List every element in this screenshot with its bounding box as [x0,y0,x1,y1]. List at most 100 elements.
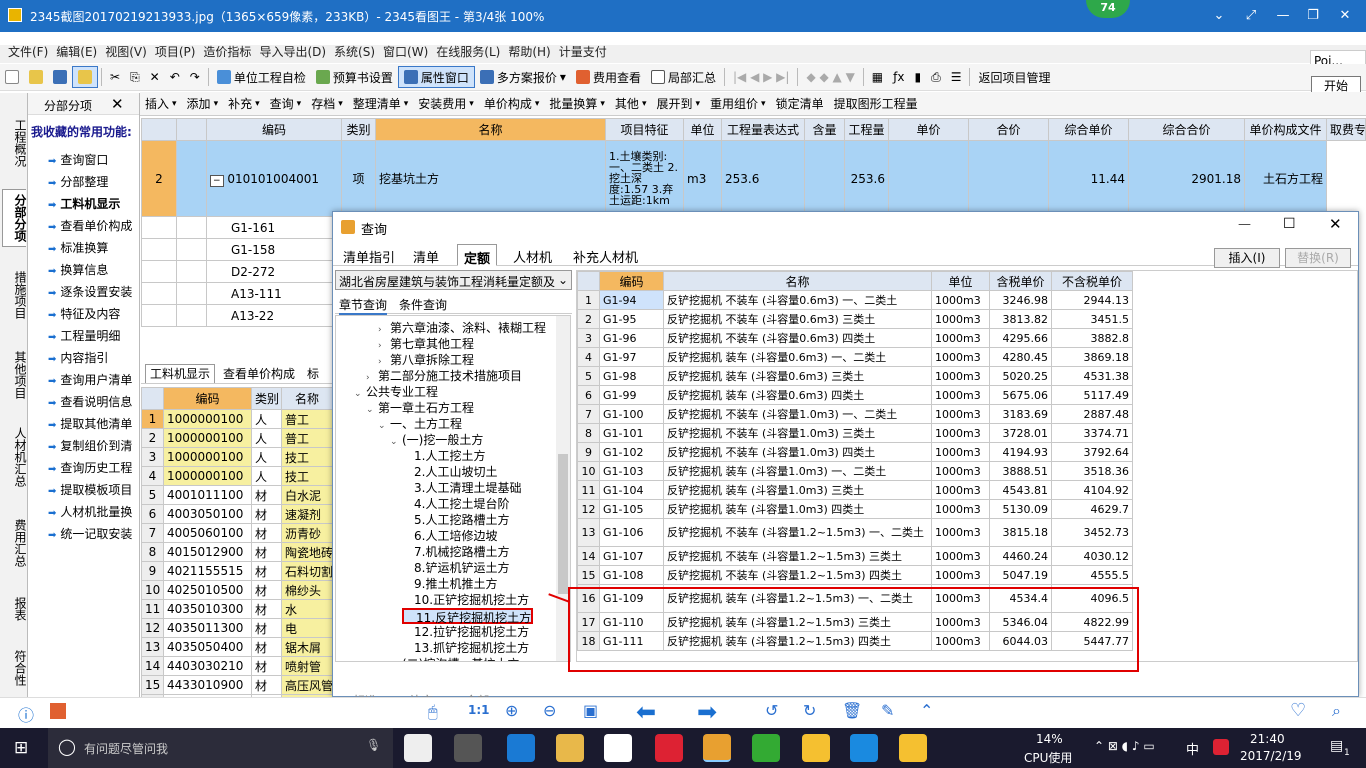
vtab[interactable]: 人材机汇总 [2,423,27,491]
cut-icon[interactable]: ✂ [105,66,125,88]
favorite-item[interactable]: ➡ 复制组价到清 [48,437,140,457]
favorite-item[interactable]: ➡ 工料机显示 [48,195,140,215]
table-row[interactable]: 1 G1-94 反铲挖掘机 不装车 (斗容量0.6m3) 一、二类土 1000m3 32… [577,290,1133,310]
column-header[interactable]: 合价 [968,118,1049,141]
dialog-tab[interactable]: 定额 [457,244,498,267]
column-header[interactable]: 编码 [599,271,664,291]
app-taskbar-icon[interactable] [404,734,432,762]
expand-icon[interactable]: ⌄ [354,386,366,402]
favorite-item[interactable]: ➡ 查看单价构成 [48,217,140,237]
favorite-item[interactable]: ➡ 提取其他清单 [48,415,140,435]
prev-icon[interactable]: ⬅ [636,698,656,726]
property-window-button[interactable]: 属性窗口 [397,66,475,88]
toolbar2-button[interactable]: 整理清单 ▾ [348,93,414,115]
column-header[interactable]: 类别 [251,387,282,410]
close-icon[interactable]: ✕ [111,95,124,113]
rotate-left-icon[interactable]: ↺ [765,701,778,720]
mouse-icon[interactable]: 🖱 [428,702,438,722]
grid-icon[interactable] [50,703,66,719]
copy-icon[interactable]: ⎘ [125,66,145,88]
return-project-button[interactable]: 返回项目管理 [973,66,1055,88]
toolbar2-button[interactable]: 单价构成 ▾ [479,93,545,115]
minimize-icon[interactable]: — [1272,6,1294,26]
toolbar2-button[interactable]: 存档 ▾ [306,93,348,115]
favorite-item[interactable]: ➡ 提取模板项目 [48,481,140,501]
column-header[interactable]: 编码 [206,118,342,141]
print-icon[interactable]: ⎙ [926,66,946,88]
column-header[interactable]: 单位 [683,118,722,141]
tree-node[interactable]: 5.人工挖路槽土方 [402,512,509,528]
favorite-item[interactable]: ➡ 特征及内容 [48,305,140,325]
column-header[interactable]: 不含税单价 [1051,271,1133,291]
search-box[interactable]: ◯ 有问题尽管问我 🎙 [48,728,393,768]
tree-node[interactable]: 7.机械挖路槽土方 [402,544,509,560]
minimize-icon[interactable]: — [1238,217,1251,232]
lower-tab[interactable]: 工料机显示 [145,364,216,383]
dialog-tab[interactable]: 人材机 [507,244,558,266]
folder-icon[interactable] [72,66,98,88]
tray-icons[interactable]: ⌃ ⊠ ◖ ♪ ▭ [1094,739,1155,753]
book-icon[interactable]: ▮ [909,66,926,88]
fee-view-button[interactable]: 费用查看 [571,66,646,88]
tree-node[interactable]: 6.人工培修边坡 [402,528,497,544]
toolbar2-button[interactable]: 其他 ▾ [610,93,652,115]
menu-item[interactable]: 计量支付 [559,46,607,58]
toolbar2-button[interactable]: 锁定清单 [771,93,829,115]
ime-icon[interactable] [1213,739,1229,755]
lower-tab[interactable]: 标 [303,365,323,383]
table-row[interactable]: 6 4003050100 材速凝剂 [141,504,332,524]
table-row[interactable]: 12 4035011300 材电 [141,618,332,638]
expand-icon[interactable]: › [390,658,402,661]
toolbar2-button[interactable]: 添加 ▾ [182,93,224,115]
column-header[interactable]: 工程量 [844,118,889,141]
up-icon[interactable]: ⌃ [920,701,933,720]
open-icon[interactable] [24,66,48,88]
self-check-button[interactable]: 单位工程自检 [212,66,311,88]
close-icon[interactable]: ✕ [1329,215,1342,233]
toolbar2-button[interactable]: 查询 ▾ [265,93,307,115]
toolbar2-button[interactable]: 提取图形工程量 [829,93,923,115]
table-row[interactable]: 9 G1-102 反铲挖掘机 不装车 (斗容量1.0m3) 四类土 1000m3 419… [577,442,1133,462]
favorite-item[interactable]: ➡ 查看说明信息 [48,393,140,413]
column-header[interactable]: 含税单价 [989,271,1052,291]
menu-item[interactable]: 帮助(H) [508,46,550,58]
table-row[interactable]: 4 1000000100 人技工 [141,466,332,486]
redo-icon[interactable]: ↷ [185,66,205,88]
tree-node[interactable]: ⌄ 第一章土石方工程 [366,400,474,416]
search-icon[interactable]: ⌕ [1332,701,1341,721]
column-header[interactable]: 编码 [163,387,252,410]
favorite-item[interactable]: ➡ 换算信息 [48,261,140,281]
favorite-item[interactable]: ➡ 标准换算 [48,239,140,259]
tree-node[interactable]: 12.拉铲挖掘机挖土方 [402,624,529,640]
column-header[interactable]: 综合合价 [1128,118,1245,141]
lower-tab[interactable]: 查看单价构成 [219,365,299,383]
table-row[interactable]: 11 4035010300 材水 [141,599,332,619]
tree-node[interactable]: › 第八章拆除工程 [378,352,474,368]
tree-node[interactable]: › 第六章油漆、涂料、裱糊工程 [378,320,546,336]
vtab[interactable]: 报表 [2,591,27,627]
trash-icon[interactable]: 🗑 [842,701,862,720]
close-icon[interactable]: ✕ [1334,6,1356,26]
favorite-item[interactable]: ➡ 内容指引 [48,349,140,369]
maximize-icon[interactable]: ☐ [1283,216,1296,232]
table-row[interactable]: 3 G1-96 反铲挖掘机 不装车 (斗容量0.6m3) 四类土 1000m3 4295… [577,328,1133,348]
menu-item[interactable]: 系统(S) [334,46,375,58]
vtab[interactable]: 分部分项 [2,189,27,247]
menu-item[interactable]: 项目(P) [155,46,196,58]
table-row[interactable]: 12 G1-105 反铲挖掘机 装车 (斗容量1.0m3) 四类土 1000m3 513… [577,499,1133,519]
multi-plan-button[interactable]: 多方案报价 ▾ [475,66,571,88]
table-row[interactable]: 8 G1-101 反铲挖掘机 不装车 (斗容量1.0m3) 三类土 1000m3 372… [577,423,1133,443]
dialog-tab[interactable]: 清单 [407,244,445,266]
collapse-icon[interactable]: − [210,174,224,187]
column-header[interactable]: 取费专业 [1326,118,1366,141]
table-row[interactable]: 6 G1-99 反铲挖掘机 装车 (斗容量0.6m3) 四类土 1000m3 5675.… [577,385,1133,405]
tree-node[interactable]: 1.人工挖土方 [402,448,485,464]
restore-icon[interactable]: ❐ [1302,6,1324,26]
table-row[interactable]: 14 G1-107 反铲挖掘机 不装车 (斗容量1.2~1.5m3) 三类土 1000… [577,546,1133,566]
tree-node[interactable]: 10.正铲挖掘机挖土方 [402,592,529,608]
table-row[interactable]: 11 G1-104 反铲挖掘机 装车 (斗容量1.0m3) 三类土 1000m3 454… [577,480,1133,500]
score-badge[interactable]: 74 [1086,0,1130,18]
column-header[interactable]: 含量 [804,118,845,141]
toolbar2-button[interactable]: 安装费用 ▾ [413,93,479,115]
rotate-right-icon[interactable]: ↻ [803,701,816,720]
